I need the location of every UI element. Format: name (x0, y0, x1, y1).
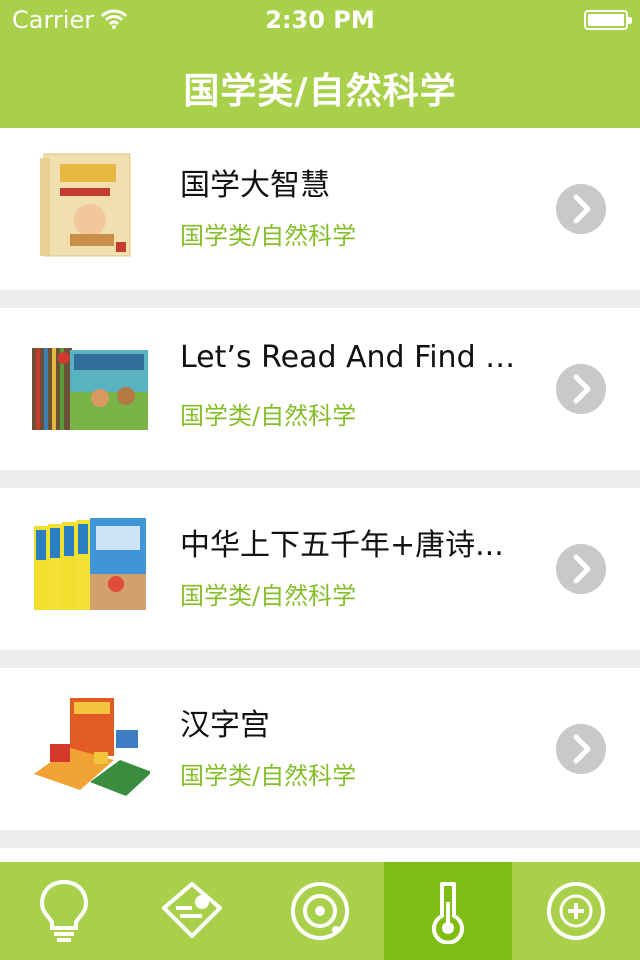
tab-bar (0, 862, 640, 960)
tab-thermometer[interactable] (384, 862, 512, 960)
list-item[interactable]: Let’s Read And Find O... 国学类/自然科学 (0, 308, 640, 470)
add-circle-icon (547, 882, 605, 940)
book-cover-image (34, 518, 146, 610)
tab-lightbulb[interactable] (0, 862, 128, 960)
item-category: 国学类/自然科学 (180, 762, 357, 790)
page-title: 国学类/自然科学 (183, 71, 457, 112)
tab-add[interactable] (512, 862, 640, 960)
reading-icon (162, 882, 222, 938)
book-cover-image (34, 698, 150, 796)
chevron-right-icon[interactable] (556, 544, 606, 594)
status-bar: Carrier 2:30 PM (0, 0, 640, 40)
chevron-right-icon[interactable] (556, 364, 606, 414)
item-name: 汉字宫 (180, 708, 270, 743)
book-cover-image (32, 348, 148, 430)
thermometer-icon (432, 882, 464, 944)
list-item[interactable]: 中华上下五千年+唐诗... 国学类/自然科学 (0, 488, 640, 650)
item-name: Let’s Read And Find O... (180, 340, 530, 375)
list-item-partial (0, 848, 640, 862)
chevron-right-icon[interactable] (556, 184, 606, 234)
item-category: 国学类/自然科学 (180, 222, 357, 250)
lightbulb-icon (39, 879, 89, 942)
book-cover-image (40, 153, 131, 257)
disc-icon (291, 882, 349, 940)
header-bar: Carrier 2:30 PM 国学类/自然科学 (0, 0, 640, 128)
chevron-right-icon[interactable] (556, 724, 606, 774)
battery-icon (584, 10, 632, 30)
list-item[interactable]: 国学大智慧 国学类/自然科学 (0, 128, 640, 290)
item-category: 国学类/自然科学 (180, 582, 357, 610)
tab-reading[interactable] (128, 862, 256, 960)
tab-disc[interactable] (256, 862, 384, 960)
list-item[interactable]: 汉字宫 国学类/自然科学 (0, 668, 640, 830)
item-category: 国学类/自然科学 (180, 402, 357, 430)
item-name: 中华上下五千年+唐诗... (180, 528, 504, 563)
status-time: 2:30 PM (265, 6, 375, 34)
item-name: 国学大智慧 (180, 168, 330, 203)
